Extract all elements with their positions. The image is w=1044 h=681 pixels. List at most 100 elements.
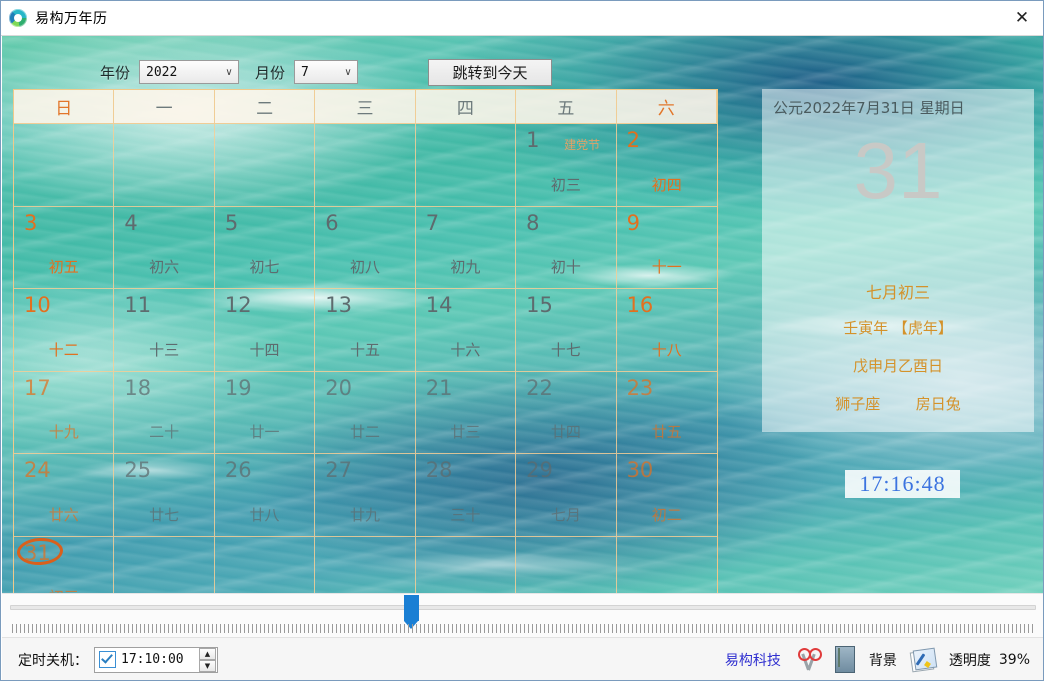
lunar-day-label: 初七 <box>249 258 280 276</box>
opacity-value: 39% <box>998 651 1030 668</box>
weekday-header: 二 <box>214 90 316 124</box>
calendar-day-cell[interactable]: 13 十五 <box>315 289 416 372</box>
day-number: 4 <box>124 210 138 235</box>
calendar-day-cell[interactable]: 12 十四 <box>214 289 316 372</box>
day-number: 11 <box>124 293 152 317</box>
day-number: 6 <box>325 210 339 235</box>
calendar-day-cell[interactable]: 31 初三 <box>14 536 115 593</box>
screenshot-tool-button[interactable] <box>795 646 822 674</box>
calculator-button[interactable] <box>834 646 855 673</box>
calendar-day-cell[interactable]: 25 廿七 <box>114 454 215 537</box>
shutdown-checkbox[interactable] <box>99 651 116 668</box>
chevron-down-icon: ∨ <box>344 66 352 78</box>
lunar-day-label: 初四 <box>651 175 682 194</box>
jump-to-today-button[interactable]: 跳转到今天 <box>428 58 553 86</box>
day-number: 28 <box>425 458 453 482</box>
calendar-app-window: 易构万年历 ✕ 年份 2022 ∨ 月份 7 ∨ 跳转到今天 日一二三四五六1建… <box>0 0 1044 681</box>
calendar-cell-empty <box>215 536 316 593</box>
day-number: 2 <box>626 128 640 152</box>
calendar-day-cell[interactable]: 4 初六 <box>114 206 215 289</box>
trackbar-ticks <box>12 624 1034 633</box>
day-number: 25 <box>124 458 152 482</box>
calendar-day-cell[interactable]: 11 十三 <box>114 289 215 372</box>
picture-icon[interactable] <box>909 647 938 672</box>
window-title: 易构万年历 <box>35 11 108 27</box>
lunar-day-label: 廿二 <box>349 423 380 441</box>
trackbar-thumb[interactable] <box>404 595 420 629</box>
calendar-cell-empty <box>315 124 416 207</box>
calendar-day-cell[interactable]: 6 初八 <box>315 206 416 289</box>
lunar-day-label: 廿八 <box>249 505 280 524</box>
stepper-up-icon[interactable]: ▲ <box>199 647 216 660</box>
calendar-day-cell[interactable]: 27 廿九 <box>315 454 416 537</box>
calendar-grid: 日一二三四五六 1 建党节 初三 2 初四 3 初五 4 初六 5 初七 6 初八 7 初九 8 初十 9 十一 10 十… <box>13 89 718 593</box>
calendar-cell-empty <box>617 537 717 594</box>
day-number: 1 <box>526 128 540 152</box>
day-number: 3 <box>24 210 38 235</box>
shutdown-time-stepper[interactable]: ▲ ▼ <box>199 647 216 672</box>
chevron-down-icon: ∨ <box>225 66 233 78</box>
picture-button[interactable] <box>909 647 938 672</box>
calendar-cell-empty <box>114 124 215 207</box>
calendar-day-cell[interactable]: 26 廿八 <box>214 454 316 537</box>
stepper-down-icon[interactable]: ▼ <box>199 659 216 672</box>
lunar-day-label: 十九 <box>48 423 79 441</box>
trackbar-track[interactable] <box>10 605 1036 610</box>
calculator-icon[interactable] <box>834 646 855 673</box>
calendar-day-cell[interactable]: 17 十九 <box>14 371 115 454</box>
lunar-day-label: 七月 <box>550 505 581 524</box>
day-number: 14 <box>425 293 453 317</box>
company-link[interactable]: 易构科技 <box>725 650 781 670</box>
lunar-day-label: 廿三 <box>450 423 481 441</box>
day-number: 19 <box>224 375 252 400</box>
background-label: 背景 <box>868 652 897 669</box>
calendar-day-cell[interactable]: 22 廿四 <box>516 371 617 454</box>
month-select[interactable]: 7 ∨ <box>294 60 359 84</box>
close-icon[interactable]: ✕ <box>999 1 1043 35</box>
scissors-icon[interactable] <box>795 646 822 674</box>
lunar-day-label: 廿一 <box>249 423 280 441</box>
year-select[interactable]: 2022 ∨ <box>139 60 240 84</box>
calendar-day-cell[interactable]: 19 廿一 <box>214 371 316 454</box>
calendar-day-cell[interactable]: 24 廿六 <box>14 454 115 537</box>
wallpaper-background: 年份 2022 ∨ 月份 7 ∨ 跳转到今天 日一二三四五六 1 建党节 初三 2 初四 3… <box>2 36 1043 593</box>
background-button[interactable]: 背景 <box>869 650 897 670</box>
ganzhi-year: 壬寅年 【虎年】 <box>843 319 953 337</box>
day-number: 15 <box>526 293 553 317</box>
calendar-day-cell[interactable]: 20 廿二 <box>315 371 416 454</box>
day-number: 30 <box>626 458 654 482</box>
calendar-day-cell[interactable]: 16 十八 <box>616 289 717 372</box>
calendar-day-cell[interactable]: 9 十一 <box>616 207 717 289</box>
calendar-day-cell[interactable]: 18 二十 <box>114 371 215 454</box>
lunar-day-label: 初三 <box>550 175 581 194</box>
calendar-day-cell[interactable]: 8 初十 <box>516 206 617 289</box>
month-label: 月份 <box>255 63 286 82</box>
status-bar: 定时关机： 17:10:00 ▲ ▼ 易构科技 背景 透明度 39% <box>2 637 1043 680</box>
weekday-header: 日 <box>14 90 115 124</box>
calendar-day-cell[interactable]: 7 初九 <box>415 206 517 289</box>
shutdown-time-value: 17:10:00 <box>121 652 184 667</box>
calendar-day-cell[interactable]: 2 初四 <box>616 124 717 207</box>
calendar-day-cell[interactable]: 23 廿五 <box>616 372 717 454</box>
ganzhi-day: 戊申月乙酉日 <box>852 357 943 375</box>
lunar-date: 七月初三 <box>865 283 930 302</box>
day-number: 8 <box>526 210 540 235</box>
festival-label: 建党节 <box>564 138 601 152</box>
calendar-day-cell[interactable]: 10 十二 <box>14 289 115 372</box>
calendar-day-cell[interactable]: 3 初五 <box>14 206 115 289</box>
clock-display: 17:16:48 <box>845 470 960 498</box>
calendar-day-cell[interactable]: 29 七月 <box>516 454 617 537</box>
calendar-day-cell[interactable]: 30 初二 <box>616 454 717 537</box>
calendar-day-cell[interactable]: 1 建党节初三 <box>516 124 617 207</box>
calendar-day-cell[interactable]: 21 廿三 <box>415 371 517 454</box>
calendar-toolbar: 年份 2022 ∨ 月份 7 ∨ 跳转到今天 <box>2 53 1043 91</box>
calendar-day-cell[interactable]: 14 十六 <box>415 289 517 372</box>
shutdown-time-field[interactable]: 17:10:00 ▲ ▼ <box>94 646 218 673</box>
calendar-day-cell[interactable]: 28 三十 <box>415 454 517 537</box>
day-number: 5 <box>224 210 239 235</box>
calendar-day-cell[interactable]: 15 十七 <box>516 289 617 372</box>
lunar-day-label: 廿七 <box>149 505 180 524</box>
calendar-cell-empty <box>14 124 115 207</box>
day-number: 23 <box>626 375 654 400</box>
calendar-day-cell[interactable]: 5 初七 <box>214 206 316 289</box>
